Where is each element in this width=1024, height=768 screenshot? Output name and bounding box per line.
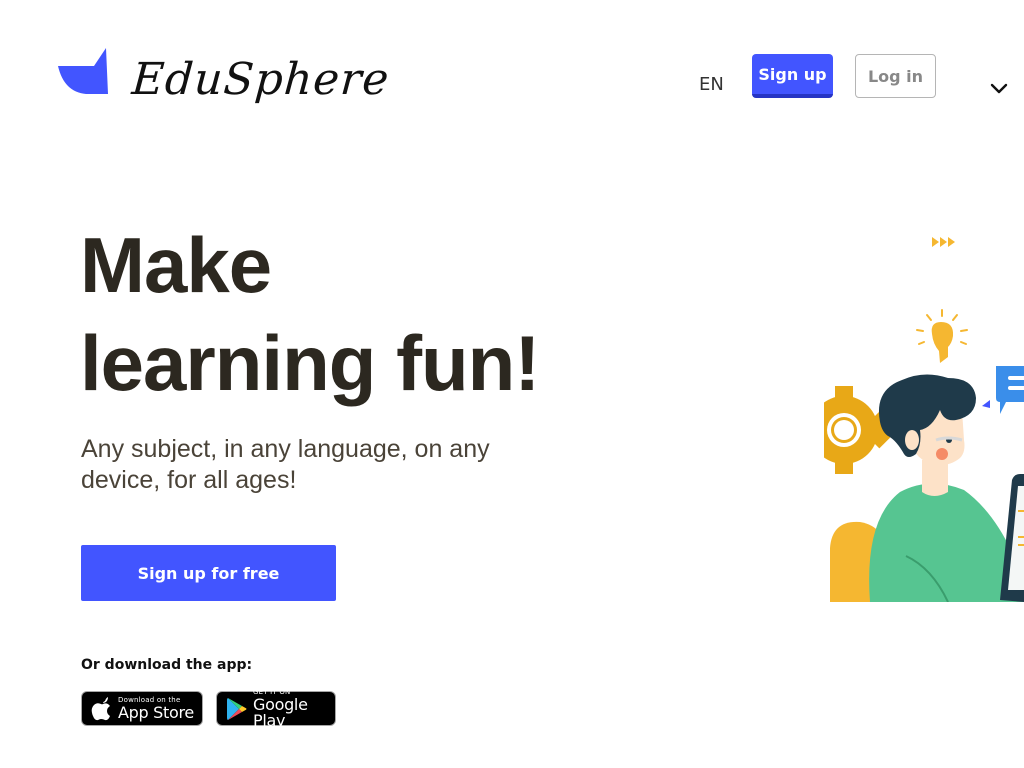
play-triangle-icon (227, 697, 247, 720)
hero-title-line-1: Make (80, 221, 272, 309)
fast-forward-icon (932, 237, 955, 247)
hero-title: Make learning fun! (80, 216, 680, 412)
hero-subtitle: Any subject, in any language, on any dev… (81, 435, 490, 494)
site-header: EduSphere EN Sign up Log in (0, 0, 1024, 140)
chevron-down-icon[interactable] (990, 82, 1008, 94)
brand-logo-icon[interactable] (56, 48, 108, 96)
google-play-badge[interactable]: GET IT ON Google Play (216, 688, 336, 730)
login-button[interactable]: Log in (855, 54, 936, 98)
app-store-big-text: App Store (118, 702, 194, 722)
signup-free-button[interactable]: Sign up for free (81, 545, 336, 601)
download-label: Or download the app: (81, 657, 253, 673)
lightbulb-icon (916, 309, 968, 363)
apple-icon (91, 696, 110, 720)
brand-name[interactable]: EduSphere (130, 50, 392, 110)
language-selector[interactable]: EN (699, 74, 724, 96)
chat-bubble-icon (982, 366, 1024, 414)
app-store-badge[interactable]: Download on the App Store (81, 691, 203, 726)
google-play-big-text: Google Play (253, 694, 308, 730)
hero-title-line-2: learning fun! (80, 319, 540, 407)
hero-illustration (824, 237, 1024, 602)
signup-button[interactable]: Sign up (752, 54, 833, 98)
